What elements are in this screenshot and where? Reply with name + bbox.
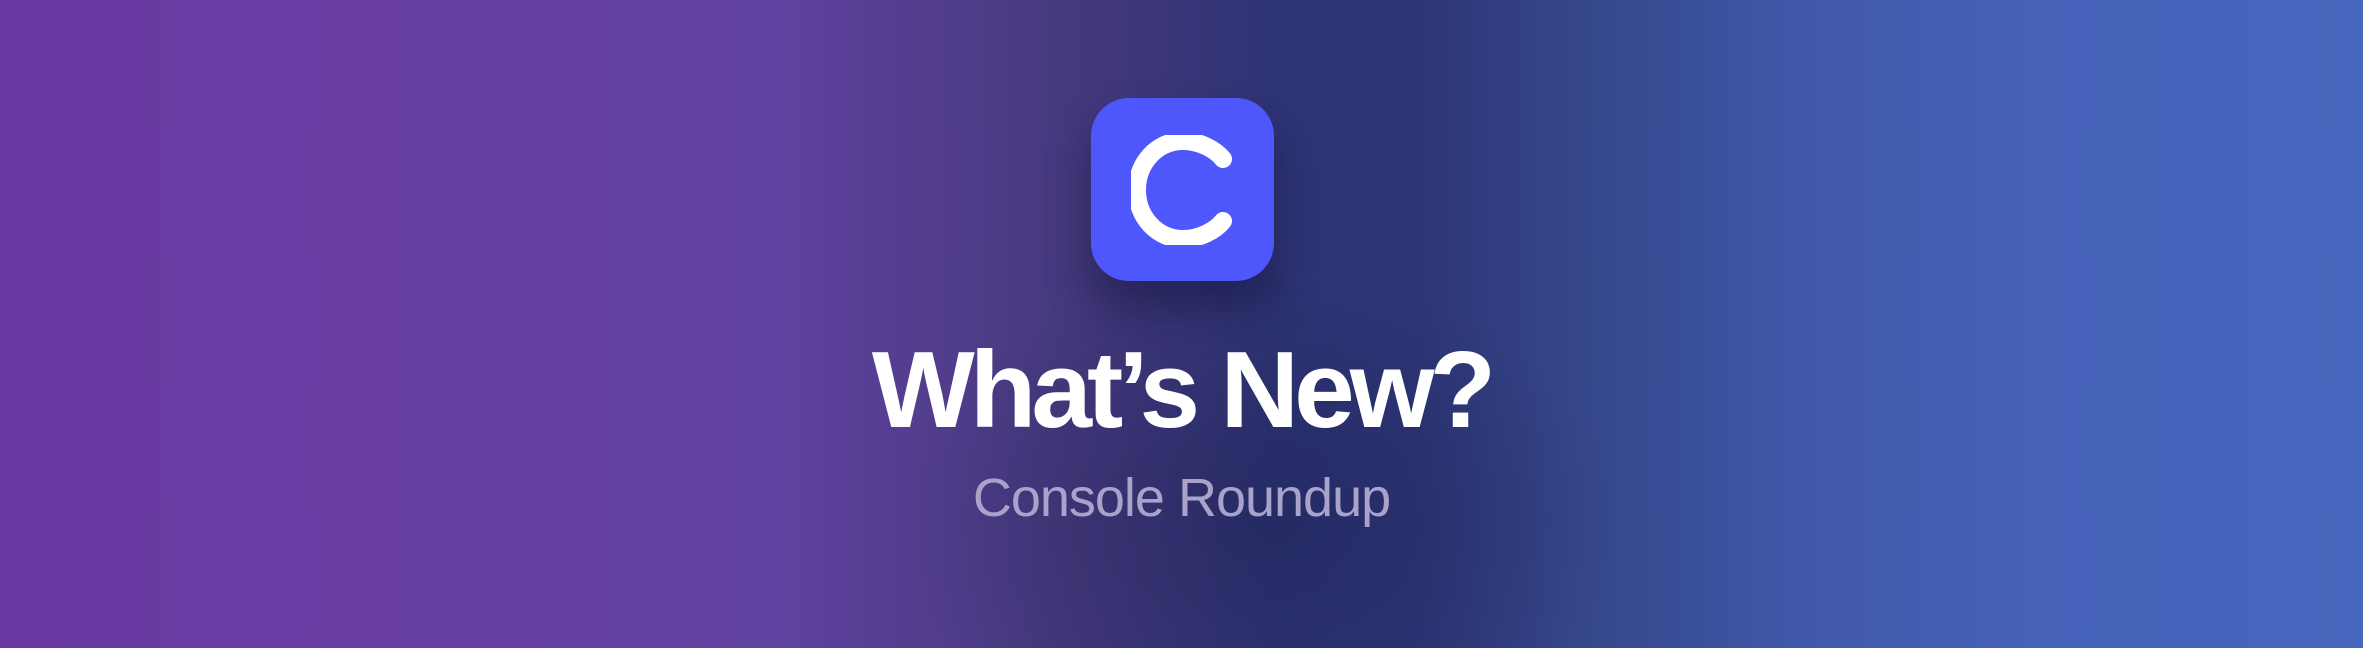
page-subtitle: Console Roundup <box>972 468 1391 528</box>
header-banner: What’s New? Console Roundup <box>0 0 2363 648</box>
page-title: What’s New? <box>871 329 1496 451</box>
c-logo-icon <box>1130 134 1232 245</box>
app-logo <box>1091 98 1274 281</box>
